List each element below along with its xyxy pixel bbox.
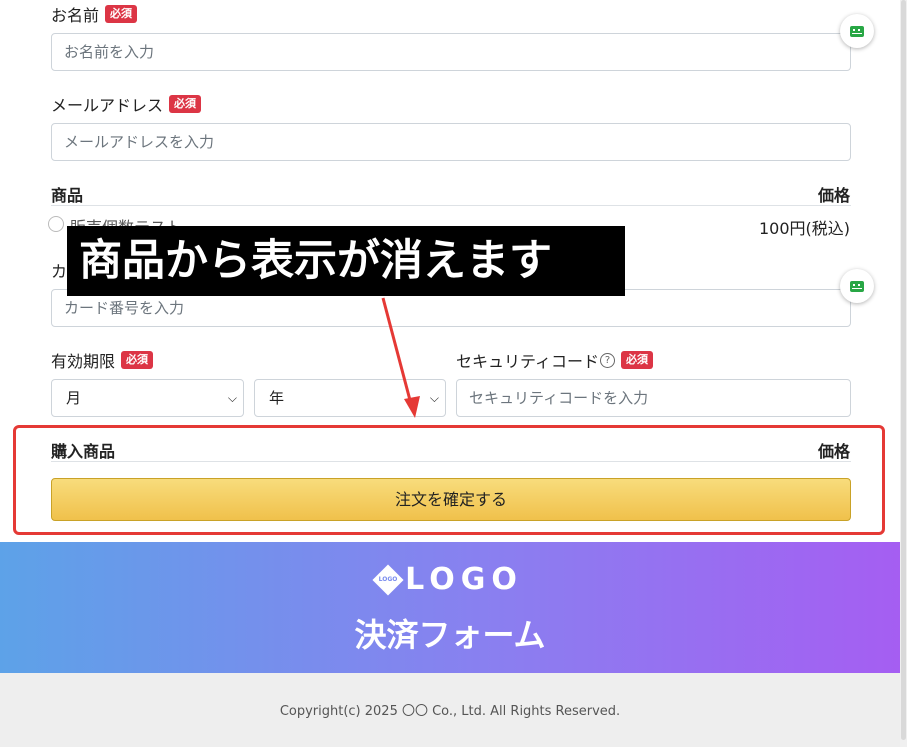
logo: LOGO LOGO [0, 562, 900, 597]
brand-banner: LOGO LOGO 決済フォーム [0, 542, 900, 673]
footer: Copyright(c) 2025 〇〇 Co., Ltd. All Right… [0, 673, 900, 747]
annotation-callout: 商品から表示が消えます [67, 226, 625, 296]
logo-mark-icon: LOGO [372, 563, 404, 596]
banner-title: 決済フォーム [354, 616, 546, 654]
copyright: Copyright(c) 2025 〇〇 Co., Ltd. All Right… [279, 704, 621, 719]
logo-text: LOGO [405, 562, 523, 597]
